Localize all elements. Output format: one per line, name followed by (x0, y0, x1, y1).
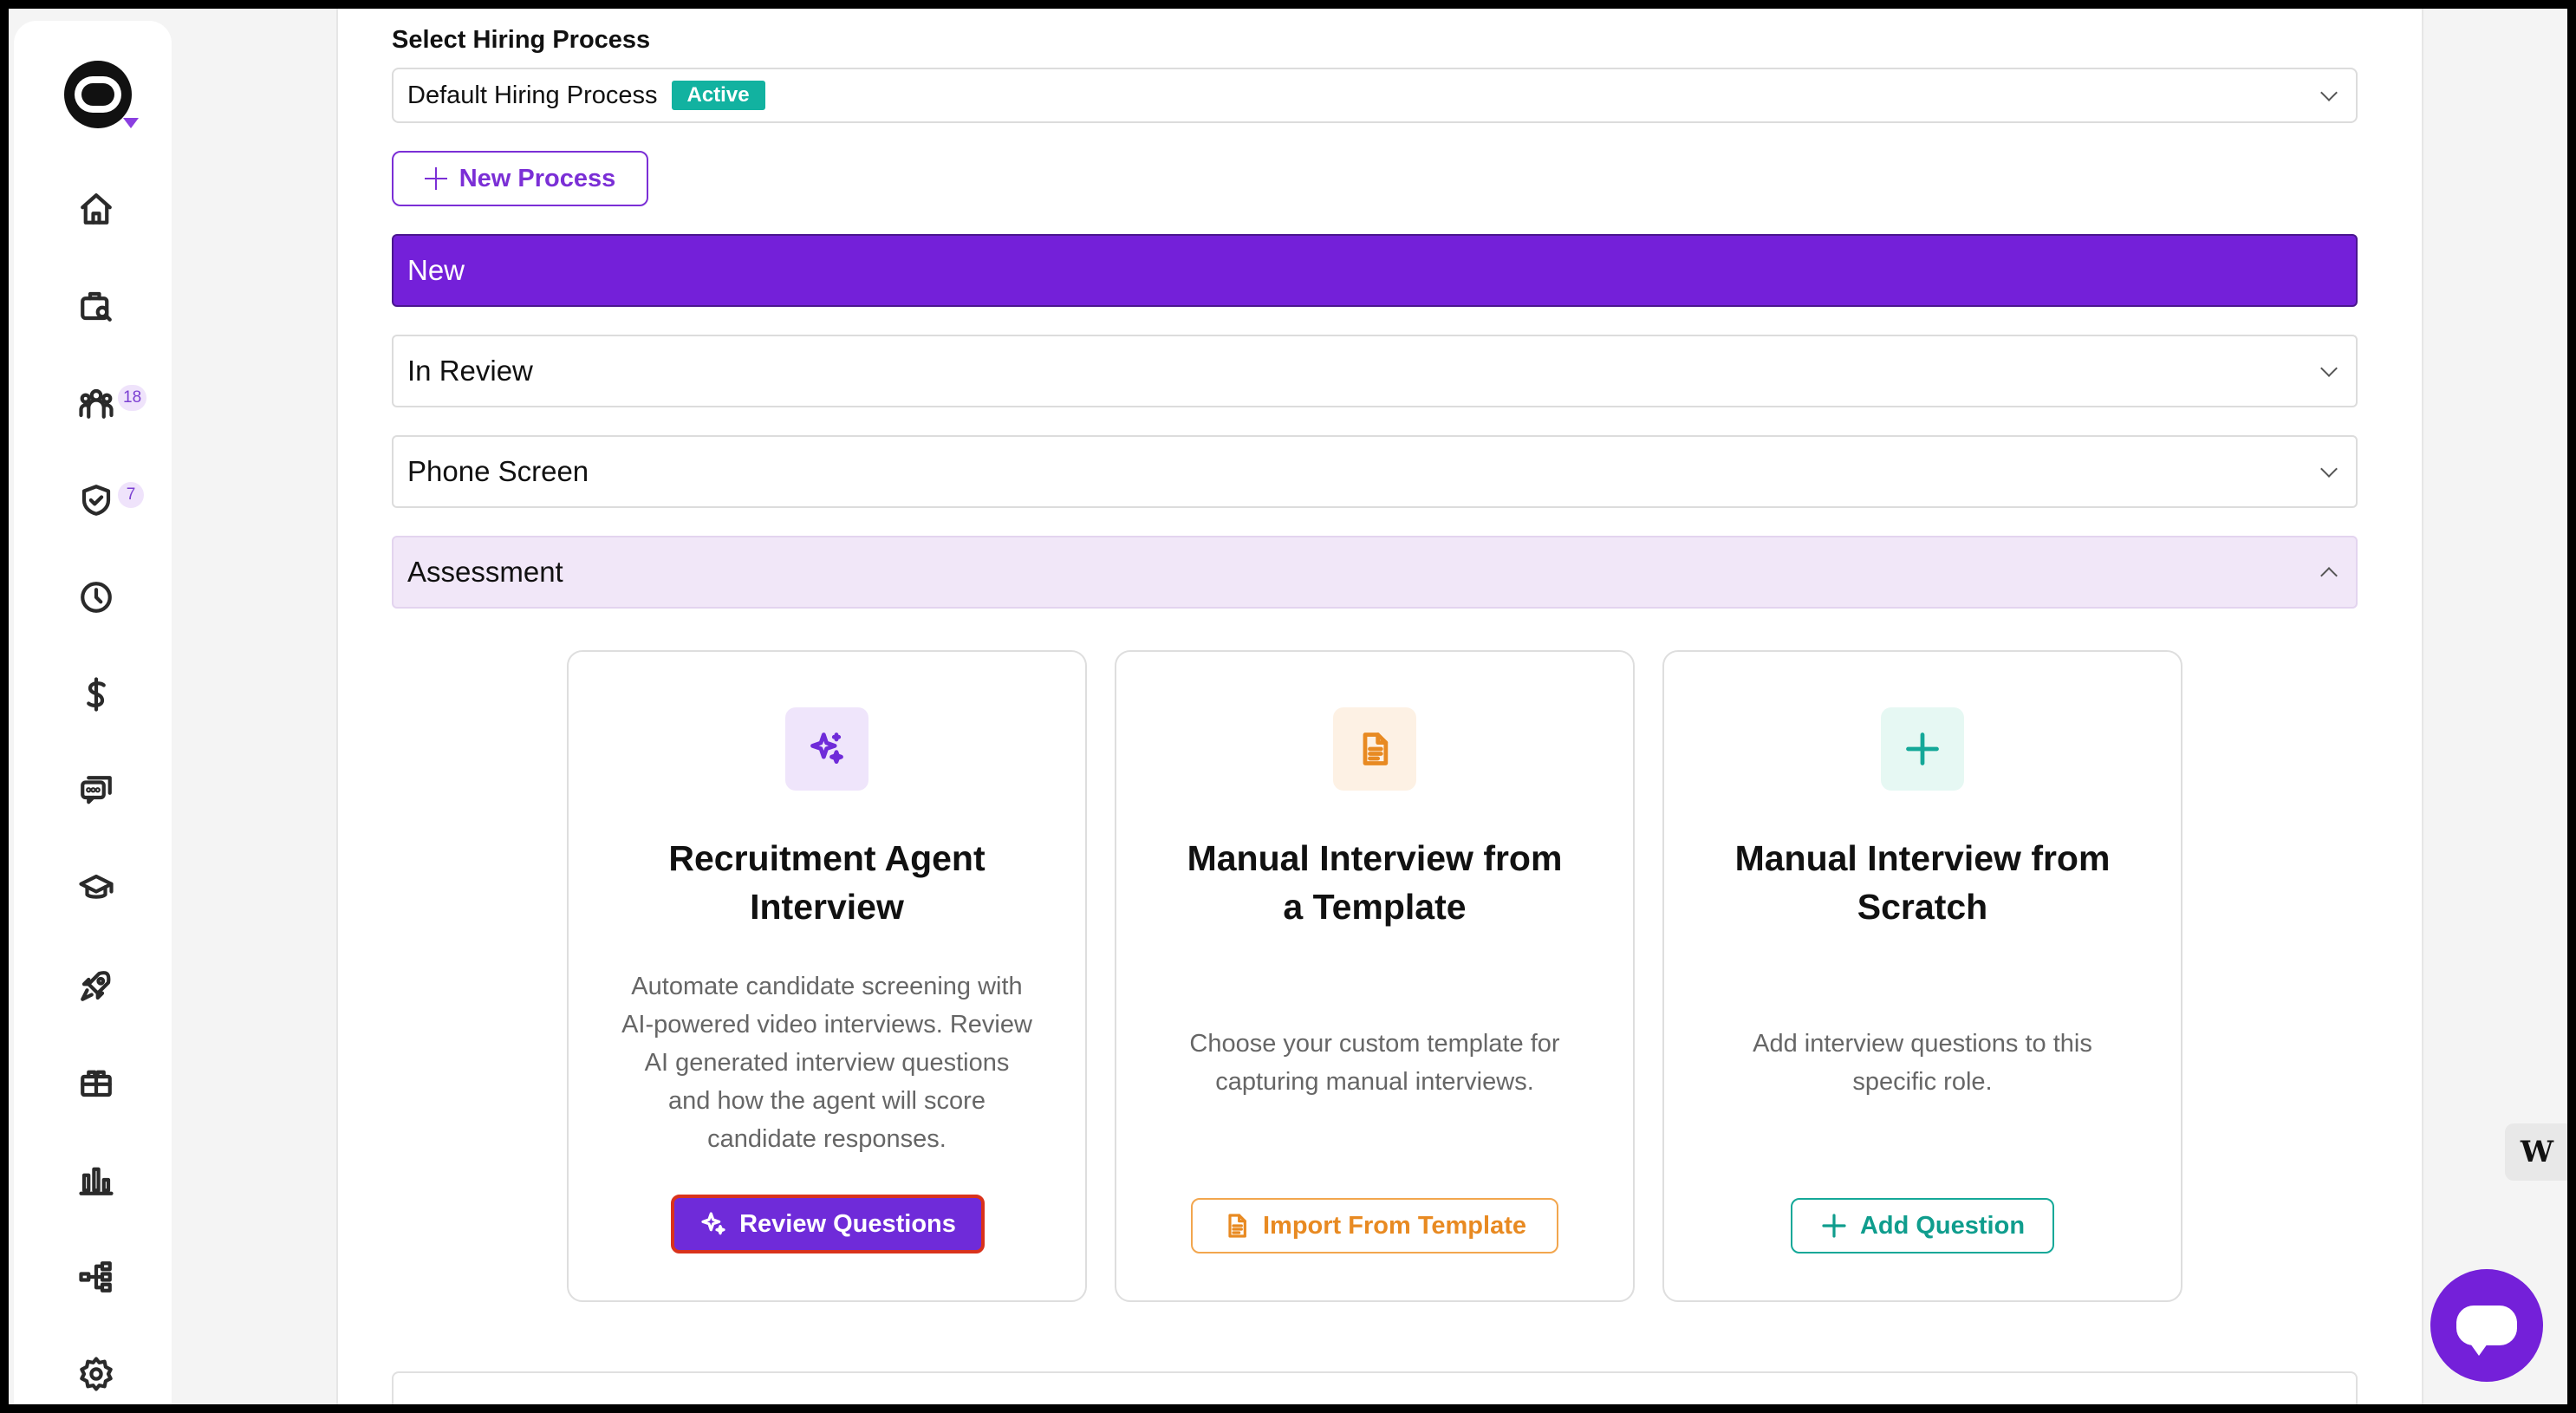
chat-support-button[interactable] (2430, 1269, 2543, 1382)
settings-icon[interactable] (76, 1354, 116, 1394)
next-stage-partial[interactable] (392, 1371, 2358, 1404)
chat-icon[interactable] (76, 772, 116, 811)
stage-label: In Review (407, 355, 533, 387)
stage-label: Phone Screen (407, 455, 589, 487)
status-badge: Active (671, 81, 765, 110)
plus-icon (424, 167, 447, 190)
chat-bubble-icon (2456, 1306, 2517, 1356)
gift-icon[interactable] (76, 1063, 116, 1103)
card-description: Choose your custom template for capturin… (1189, 1030, 1560, 1096)
stage-phone-screen[interactable]: Phone Screen (392, 435, 2358, 508)
stage-label: New (407, 254, 465, 286)
scratch-interview-card: Manual Interview from Scratch Add interv… (1662, 650, 2182, 1302)
plus-icon (1881, 707, 1964, 791)
sidebar: 18 7 (14, 21, 172, 1404)
document-icon (1333, 707, 1416, 791)
candidates-icon[interactable] (76, 383, 116, 423)
rocket-icon[interactable] (76, 966, 116, 1006)
document-icon (1228, 1214, 1246, 1238)
hiring-process-label: Select Hiring Process (392, 26, 651, 54)
add-question-button[interactable]: Add Question (1791, 1198, 2054, 1253)
home-icon[interactable] (76, 189, 116, 229)
candidates-count-badge: 18 (118, 385, 147, 411)
card-description: Add interview questions to this specific… (1753, 1030, 2092, 1096)
card-description: Automate candidate screening with AI-pow… (621, 973, 1032, 1153)
stage-assessment[interactable]: Assessment (392, 536, 2358, 609)
stage-in-review[interactable]: In Review (392, 335, 2358, 407)
hiring-process-select[interactable]: Default Hiring Process Active (392, 68, 2358, 123)
w-widget-button[interactable]: W (2505, 1123, 2567, 1181)
template-interview-card: Manual Interview from a Template Choose … (1115, 650, 1635, 1302)
chevron-down-icon (2320, 460, 2338, 478)
chevron-down-icon (2320, 84, 2338, 101)
new-process-button[interactable]: New Process (392, 151, 648, 206)
chevron-down-icon (2320, 360, 2338, 377)
plus-icon (1822, 1214, 1846, 1238)
jobs-search-icon[interactable] (76, 286, 116, 326)
button-label: Add Question (1859, 1211, 2026, 1240)
dollar-icon[interactable] (76, 674, 116, 714)
card-title: Manual Interview from Scratch (1734, 838, 2111, 927)
org-chart-icon[interactable] (76, 1257, 116, 1297)
approvals-icon[interactable] (76, 480, 116, 520)
clock-icon[interactable] (76, 577, 116, 617)
bar-chart-icon[interactable] (76, 1160, 116, 1200)
chevron-up-icon (2320, 567, 2338, 584)
review-questions-button[interactable]: Review Questions (671, 1195, 985, 1253)
import-from-template-button[interactable]: Import From Template (1191, 1198, 1558, 1253)
sparkles-icon (785, 707, 868, 791)
logo-right-arc (95, 76, 121, 113)
sparkles-icon (701, 1212, 725, 1235)
company-logo[interactable] (64, 61, 132, 128)
selected-process: Default Hiring Process (407, 81, 658, 109)
approvals-count-badge: 7 (118, 482, 144, 508)
stage-new[interactable]: New (392, 234, 2358, 307)
button-label: Review Questions (739, 1209, 956, 1238)
new-process-label: New Process (459, 164, 616, 192)
app-screen: 18 7 Select Hiring Process Default Hirin… (9, 9, 2567, 1404)
card-title: Recruitment Agent Interview (668, 838, 986, 927)
workspace-caret-icon[interactable] (123, 118, 139, 128)
recruitment-agent-card: Recruitment Agent Interview Automate can… (567, 650, 1087, 1302)
main-content: Select Hiring Process Default Hiring Pro… (336, 9, 2423, 1404)
card-title: Manual Interview from a Template (1187, 838, 1563, 927)
graduation-icon[interactable] (76, 869, 116, 908)
stage-label: Assessment (407, 556, 563, 588)
button-label: Import From Template (1263, 1211, 1526, 1240)
